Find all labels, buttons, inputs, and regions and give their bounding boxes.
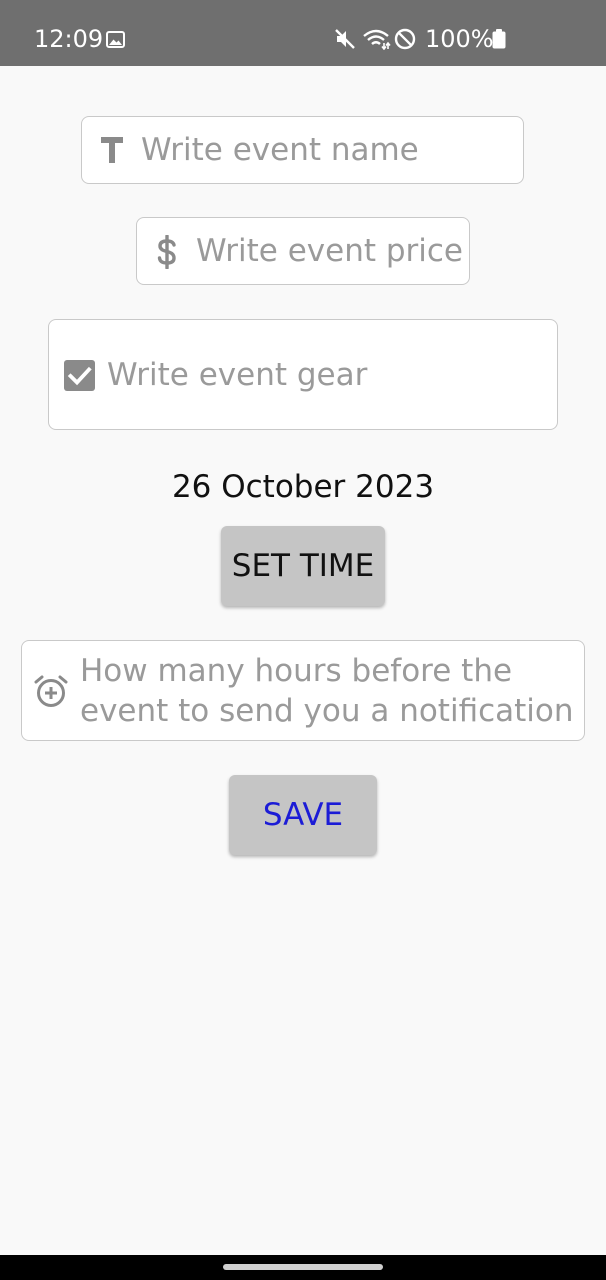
save-button[interactable]: SAVE (229, 775, 377, 855)
set-time-button[interactable]: SET TIME (221, 526, 385, 606)
notification-hours-field[interactable]: How many hours before the event to send … (21, 640, 585, 741)
dollar-icon (157, 235, 176, 269)
status-time: 12:09 (34, 25, 104, 53)
event-name-field[interactable]: Write event name (81, 116, 524, 184)
gallery-icon (106, 31, 125, 48)
battery-icon (492, 29, 506, 49)
home-gesture-handle[interactable] (223, 1264, 383, 1270)
status-bar: 12:09 100% (0, 0, 606, 66)
event-gear-placeholder: Write event gear (107, 357, 368, 393)
checkbox-checked-icon (64, 360, 95, 391)
event-price-placeholder: Write event price (196, 233, 463, 269)
event-date: 26 October 2023 (171, 469, 435, 505)
mute-icon (335, 29, 355, 49)
event-name-placeholder: Write event name (141, 132, 419, 168)
alarm-add-icon (34, 675, 68, 707)
battery-percent: 100% (425, 25, 494, 53)
wifi-icon (363, 29, 391, 50)
navigation-bar (0, 1255, 606, 1280)
text-format-icon (101, 137, 123, 163)
do-not-disturb-icon (394, 28, 416, 50)
event-gear-field[interactable]: Write event gear (48, 319, 558, 430)
notification-hours-placeholder: How many hours before the event to send … (80, 653, 574, 729)
event-price-field[interactable]: Write event price (136, 217, 470, 285)
